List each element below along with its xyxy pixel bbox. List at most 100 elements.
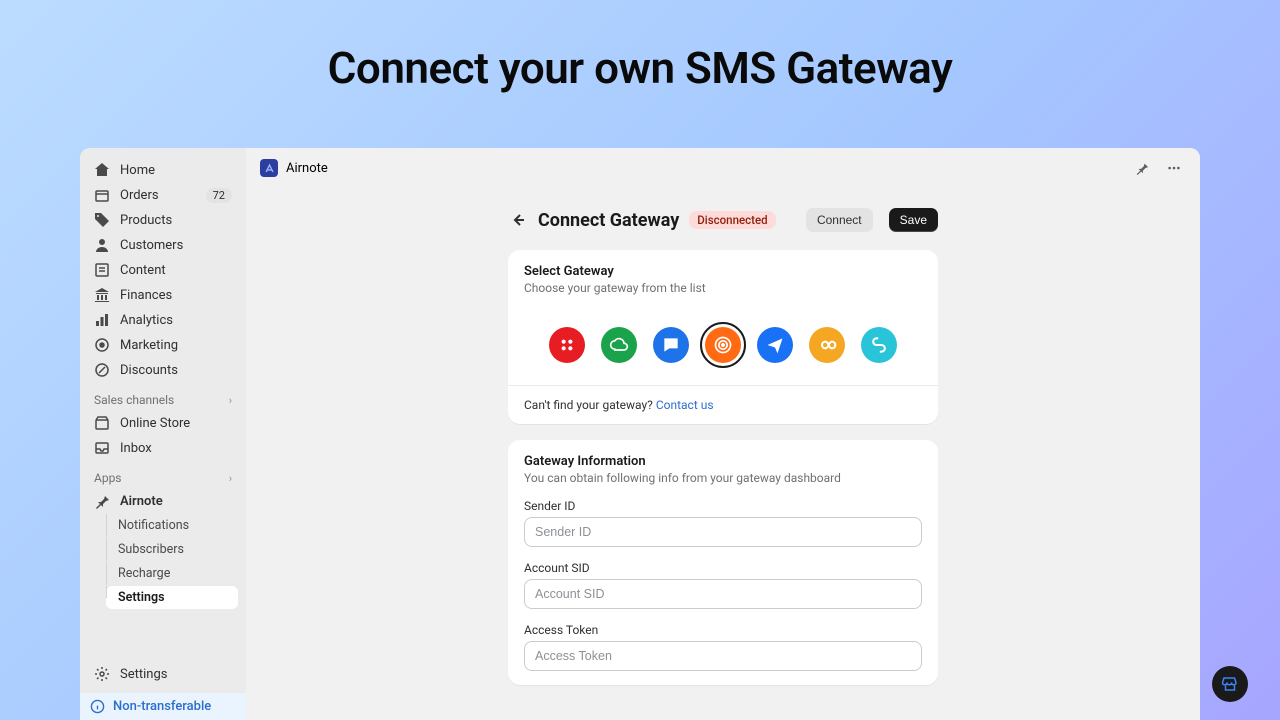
nav-label: Inbox (120, 441, 152, 456)
nav-label: Settings (120, 667, 167, 682)
home-icon (94, 162, 110, 178)
chevron-right-icon: › (229, 394, 232, 407)
select-gateway-card: Select Gateway Choose your gateway from … (508, 250, 938, 424)
app-bar: Airnote (246, 148, 1200, 188)
help-fab[interactable] (1212, 666, 1248, 702)
chevron-right-icon: › (229, 472, 232, 485)
target-icon (94, 337, 110, 353)
nav-marketing[interactable]: Marketing (88, 333, 238, 357)
nav-label: Content (120, 263, 166, 278)
more-button[interactable] (1162, 156, 1186, 180)
access-token-label: Access Token (524, 623, 922, 637)
non-transferable-label: Non-transferable (113, 699, 211, 714)
sender-id-input[interactable] (524, 517, 922, 547)
app-name: Airnote (286, 161, 328, 176)
page-title: Connect Gateway (538, 210, 679, 231)
arrow-left-icon (510, 212, 526, 228)
nav-customers[interactable]: Customers (88, 233, 238, 257)
page-header: Connect Gateway Disconnected Connect Sav… (508, 208, 938, 232)
content-icon (94, 262, 110, 278)
nav-label: Airnote (120, 494, 163, 509)
subnav-notifications[interactable]: Notifications (106, 514, 238, 537)
nav-label: Discounts (120, 363, 178, 378)
nav-home[interactable]: Home (88, 158, 238, 182)
gateway-option-cloud[interactable] (601, 327, 637, 363)
section-sales-channels[interactable]: Sales channels › (80, 383, 246, 411)
discount-icon (94, 362, 110, 378)
pin-icon (1135, 161, 1149, 175)
subnav-settings[interactable]: Settings (106, 586, 238, 609)
gateway-option-messagebird[interactable] (705, 327, 741, 363)
gateway-info-title: Gateway Information (524, 454, 922, 469)
nav-analytics[interactable]: Analytics (88, 308, 238, 332)
back-button[interactable] (508, 210, 528, 230)
orders-badge: 72 (206, 188, 232, 203)
nav-label: Home (120, 163, 155, 178)
sidebar: Home Orders 72 Products Customers Conten… (80, 148, 246, 720)
nav-label: Finances (120, 288, 172, 303)
gateway-option-chat[interactable] (653, 327, 689, 363)
gateway-option-telnyx[interactable] (757, 327, 793, 363)
status-badge: Disconnected (689, 211, 775, 229)
sender-id-label: Sender ID (524, 499, 922, 513)
nav-label: Online Store (120, 416, 190, 431)
nav-label: Customers (120, 238, 183, 253)
gateway-info-card: Gateway Information You can obtain follo… (508, 440, 938, 685)
nav-inbox[interactable]: Inbox (88, 436, 238, 460)
gear-icon (94, 666, 110, 682)
person-icon (94, 237, 110, 253)
chat-icon (661, 335, 681, 355)
section-apps[interactable]: Apps › (80, 461, 246, 489)
nav-orders[interactable]: Orders 72 (88, 183, 238, 207)
nav-label: Products (120, 213, 172, 228)
section-label-text: Sales channels (94, 393, 174, 407)
target-rings-icon (713, 335, 733, 355)
account-sid-label: Account SID (524, 561, 922, 575)
nav-settings-bottom[interactable]: Settings (88, 662, 238, 686)
nav-label: Marketing (120, 338, 178, 353)
nav-primary: Home Orders 72 Products Customers Conten… (80, 158, 246, 383)
gateway-options (508, 309, 938, 385)
tag-icon (94, 212, 110, 228)
app-logo-icon (260, 159, 278, 177)
contact-us-link[interactable]: Contact us (656, 398, 714, 412)
pin-button[interactable] (1130, 156, 1154, 180)
main: Airnote Connect Gateway Disconnected Con… (246, 148, 1200, 720)
nav-products[interactable]: Products (88, 208, 238, 232)
gateway-option-twilio[interactable] (549, 327, 585, 363)
nav-label: Analytics (120, 313, 173, 328)
chart-icon (94, 312, 110, 328)
store-icon (94, 415, 110, 431)
twilio-icon (557, 335, 577, 355)
send-icon (765, 335, 785, 355)
subnav-recharge[interactable]: Recharge (106, 562, 238, 585)
nav-label: Orders (120, 188, 159, 203)
select-gateway-subtitle: Choose your gateway from the list (524, 281, 922, 295)
pin-icon (94, 493, 110, 509)
apps-list: Airnote (80, 489, 246, 514)
infinity-icon (817, 335, 837, 355)
nav-app-airnote[interactable]: Airnote (88, 489, 238, 513)
hero-title: Connect your own SMS Gateway (0, 0, 1280, 124)
info-icon (90, 699, 105, 714)
subnav-subscribers[interactable]: Subscribers (106, 538, 238, 561)
bank-icon (94, 287, 110, 303)
account-sid-input[interactable] (524, 579, 922, 609)
cloud-icon (609, 335, 629, 355)
nav-content[interactable]: Content (88, 258, 238, 282)
gateway-option-vonage[interactable] (861, 327, 897, 363)
non-transferable-banner[interactable]: Non-transferable (80, 693, 246, 720)
gateway-option-plivo[interactable] (809, 327, 845, 363)
nav-online-store[interactable]: Online Store (88, 411, 238, 435)
save-button[interactable]: Save (889, 208, 938, 232)
gateway-info-subtitle: You can obtain following info from your … (524, 471, 922, 485)
more-horizontal-icon (1167, 161, 1181, 175)
shop-icon (1221, 675, 1239, 693)
nav-discounts[interactable]: Discounts (88, 358, 238, 382)
link-icon (869, 335, 889, 355)
access-token-input[interactable] (524, 641, 922, 671)
orders-icon (94, 187, 110, 203)
nav-finances[interactable]: Finances (88, 283, 238, 307)
select-gateway-title: Select Gateway (524, 264, 922, 279)
connect-button[interactable]: Connect (806, 208, 873, 232)
